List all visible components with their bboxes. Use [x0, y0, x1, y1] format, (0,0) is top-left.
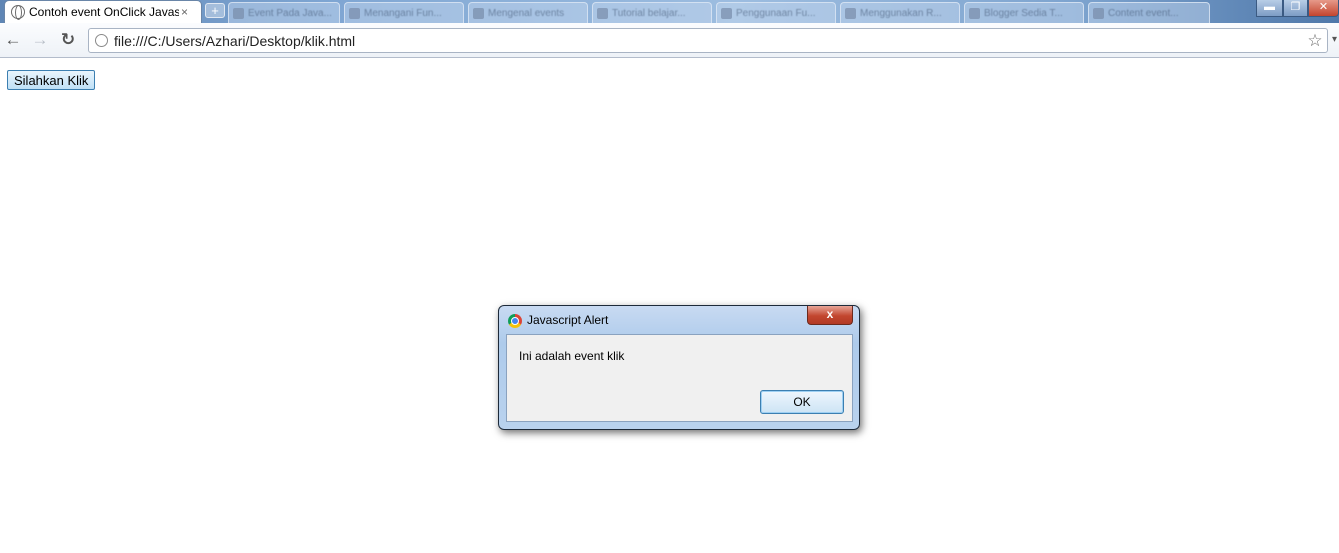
tab-close-icon[interactable]: ×	[181, 5, 188, 19]
reload-button[interactable]: ↻	[59, 31, 77, 49]
tab-title: Tutorial belajar...	[612, 7, 686, 19]
tab-background[interactable]: Penggunaan Fu...	[716, 2, 836, 23]
bookmark-star-icon[interactable]: ☆	[1303, 31, 1327, 51]
favicon-icon	[845, 7, 856, 19]
new-tab-button[interactable]: +	[205, 3, 225, 18]
tab-title: Menggunakan R...	[860, 7, 942, 19]
tab-background[interactable]: Blogger Sedia T...	[964, 2, 1084, 23]
minimize-button[interactable]: ▬	[1256, 0, 1283, 17]
tab-title: Menangani Fun...	[364, 7, 442, 19]
address-bar[interactable]: file:///C:/Users/Azhari/Desktop/klik.htm…	[88, 28, 1328, 53]
tab-title: Contoh event OnClick Javas	[29, 5, 179, 19]
globe-icon	[11, 5, 25, 20]
dialog-body: Ini adalah event klik OK	[506, 334, 853, 422]
tab-background[interactable]: Event Pada Java...	[228, 2, 340, 23]
chevron-down-icon[interactable]: ▾	[1332, 34, 1337, 45]
dialog-message: Ini adalah event klik	[519, 349, 625, 363]
favicon-icon	[597, 7, 608, 19]
browser-toolbar: ← → ↻ file:///C:/Users/Azhari/Desktop/kl…	[0, 23, 1339, 58]
silahkan-klik-button[interactable]: Silahkan Klik	[7, 70, 96, 90]
favicon-icon	[233, 7, 244, 19]
forward-button[interactable]: →	[31, 31, 49, 49]
tab-title: Blogger Sedia T...	[984, 7, 1063, 19]
window-close-button[interactable]: ✕	[1308, 0, 1339, 17]
page-icon	[95, 34, 108, 47]
chrome-icon	[508, 314, 522, 328]
tab-title: Penggunaan Fu...	[736, 7, 816, 19]
tab-background[interactable]: Mengenal events	[468, 2, 588, 23]
favicon-icon	[349, 7, 360, 19]
dialog-title: Javascript Alert	[527, 313, 609, 327]
dialog-close-button[interactable]: x	[807, 306, 853, 325]
restore-button[interactable]: ❐	[1283, 0, 1308, 17]
favicon-icon	[473, 7, 484, 19]
tab-title: Event Pada Java...	[248, 7, 332, 19]
tab-active[interactable]: Contoh event OnClick Javas ×	[4, 0, 202, 23]
favicon-icon	[721, 7, 732, 19]
tab-title: Mengenal events	[488, 7, 565, 19]
tab-title: Content event...	[1108, 7, 1179, 19]
favicon-icon	[1093, 7, 1104, 19]
tab-strip: Contoh event OnClick Javas × + Event Pad…	[0, 0, 1339, 23]
alert-dialog: Javascript Alert x Ini adalah event klik…	[498, 305, 860, 430]
url-text[interactable]: file:///C:/Users/Azhari/Desktop/klik.htm…	[114, 33, 1303, 49]
back-button[interactable]: ←	[4, 31, 22, 49]
ok-button[interactable]: OK	[760, 390, 844, 414]
tab-background[interactable]: Menggunakan R...	[840, 2, 960, 23]
tab-background[interactable]: Tutorial belajar...	[592, 2, 712, 23]
favicon-icon	[969, 7, 980, 19]
tab-background[interactable]: Content event...	[1088, 2, 1210, 23]
tab-background[interactable]: Menangani Fun...	[344, 2, 464, 23]
